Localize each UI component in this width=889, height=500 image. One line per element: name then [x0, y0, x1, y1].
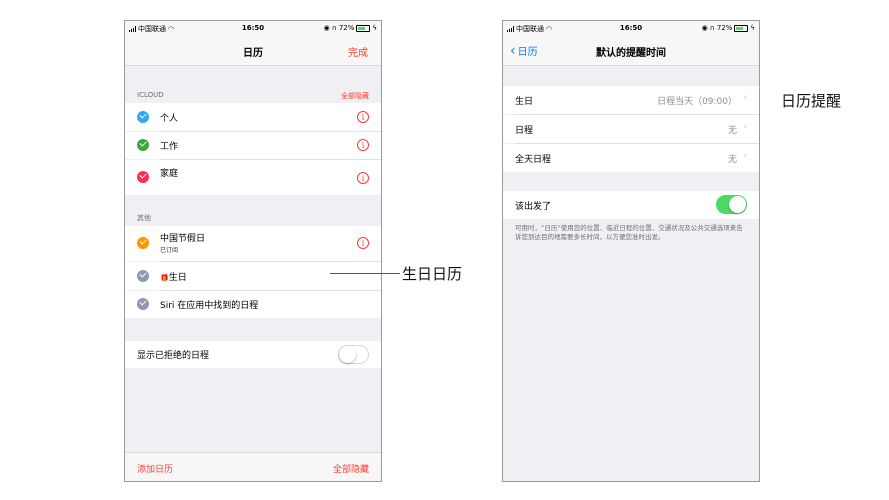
- annotation-pointer-line: [330, 273, 400, 274]
- row-label: 日程: [515, 126, 534, 136]
- row-label: 该出发了: [515, 202, 552, 212]
- icloud-section-header: ICLOUD: [137, 91, 164, 99]
- show-declined-row: 显示已拒绝的日程: [125, 341, 381, 368]
- done-button[interactable]: 完成: [348, 44, 368, 59]
- row-value: 无: [727, 155, 737, 165]
- check-icon: [137, 298, 149, 310]
- calendar-row-siri[interactable]: Siri 在应用中找到的日程: [125, 291, 381, 318]
- location-icon: ◉: [323, 24, 330, 32]
- info-icon[interactable]: i: [357, 172, 369, 184]
- chevron-right-icon: ›: [743, 151, 747, 161]
- check-icon: [137, 237, 149, 249]
- row-label: 全天日程: [515, 155, 552, 165]
- hide-all-button[interactable]: 全部隐藏: [333, 462, 369, 475]
- calendar-row-personal[interactable]: 个人 i: [125, 103, 381, 131]
- show-declined-toggle[interactable]: [338, 345, 369, 364]
- check-icon: [137, 270, 149, 282]
- calendar-row-birthdays[interactable]: 🎁生日: [125, 262, 381, 290]
- status-bar: 中国联通 ◠ 16:50 ◉ ∩ 72% ϟ: [125, 21, 381, 35]
- battery-icon: [356, 24, 371, 32]
- headphones-icon: ∩: [331, 24, 337, 32]
- toggle-knob: [339, 346, 356, 363]
- alert-row-birthdays[interactable]: 生日 日程当天（09:00） ›: [503, 86, 759, 114]
- calendars-screen: 中国联通 ◠ 16:50 ◉ ∩ 72% ϟ 日历 完成 ICLOUD 全部隐藏…: [124, 20, 382, 482]
- icloud-hide-all-button[interactable]: 全部隐藏: [341, 91, 369, 101]
- nav-bar: ‹ 日历 默认的提醒时间: [503, 35, 759, 66]
- calendar-row-holidays[interactable]: 中国节假日 已订阅 i: [125, 226, 381, 261]
- row-value: 日程当天（09:00）: [657, 97, 737, 107]
- calendar-label: 中国节假日: [160, 234, 206, 244]
- subscribed-label: 已订阅: [160, 247, 179, 254]
- charging-icon: ϟ: [750, 24, 755, 32]
- headphones-icon: ∩: [709, 24, 715, 32]
- default-alert-times-screen: 中国联通 ◠ 16:50 ◉ ∩ 72% ϟ ‹ 日历 默认的提醒时间 生日 日…: [502, 20, 760, 482]
- alert-row-all-day[interactable]: 全天日程 无 ›: [503, 144, 759, 172]
- show-declined-label: 显示已拒绝的日程: [137, 351, 210, 361]
- other-section-header: 其他: [137, 214, 151, 222]
- birthday-label-group: 🎁生日: [160, 270, 187, 283]
- calendar-label: Siri 在应用中找到的日程: [160, 301, 259, 311]
- row-value: 无: [727, 126, 737, 136]
- status-bar: 中国联通 ◠ 16:50 ◉ ∩ 72% ϟ: [503, 21, 759, 35]
- battery-percent: 72%: [716, 24, 733, 32]
- check-icon: [137, 139, 149, 151]
- charging-icon: ϟ: [372, 24, 377, 32]
- location-icon: ◉: [701, 24, 708, 32]
- row-label: 生日: [515, 97, 534, 107]
- page-title: 默认的提醒时间: [596, 48, 666, 59]
- info-icon[interactable]: i: [357, 237, 369, 249]
- check-icon: [137, 171, 149, 183]
- nav-bar: 日历 完成: [125, 35, 381, 66]
- battery-icon: [734, 24, 749, 32]
- chevron-right-icon: ›: [743, 122, 747, 132]
- annotation-calendar-alerts: 日历提醒: [781, 92, 842, 110]
- calendar-row-work[interactable]: 工作 i: [125, 132, 381, 159]
- info-icon[interactable]: i: [357, 139, 369, 151]
- calendar-label: 个人: [160, 114, 179, 124]
- toggle-knob: [729, 196, 746, 213]
- time-to-leave-toggle[interactable]: [716, 195, 747, 214]
- annotation-birthday-calendar: 生日日历: [402, 265, 463, 283]
- calendar-row-family[interactable]: 家庭 i: [125, 160, 381, 195]
- check-icon: [137, 111, 149, 123]
- battery-percent: 72%: [338, 24, 355, 32]
- calendar-label: 生日: [168, 273, 187, 283]
- bottom-toolbar: 添加日历 全部隐藏: [125, 452, 381, 481]
- chevron-right-icon: ›: [743, 93, 747, 103]
- alert-row-events[interactable]: 日程 无 ›: [503, 115, 759, 143]
- add-calendar-button[interactable]: 添加日历: [137, 462, 173, 475]
- time-to-leave-row: 该出发了: [503, 191, 759, 219]
- time-to-leave-note: 可用时，“日历”使用您的位置、临近日程的位置、交通状况及公共交通选项来告诉您到达…: [515, 224, 743, 241]
- page-title: 日历: [243, 48, 263, 59]
- info-icon[interactable]: i: [357, 111, 369, 123]
- gift-icon: 🎁: [160, 274, 169, 282]
- calendar-label: 家庭: [160, 169, 179, 179]
- calendar-label: 工作: [160, 142, 179, 152]
